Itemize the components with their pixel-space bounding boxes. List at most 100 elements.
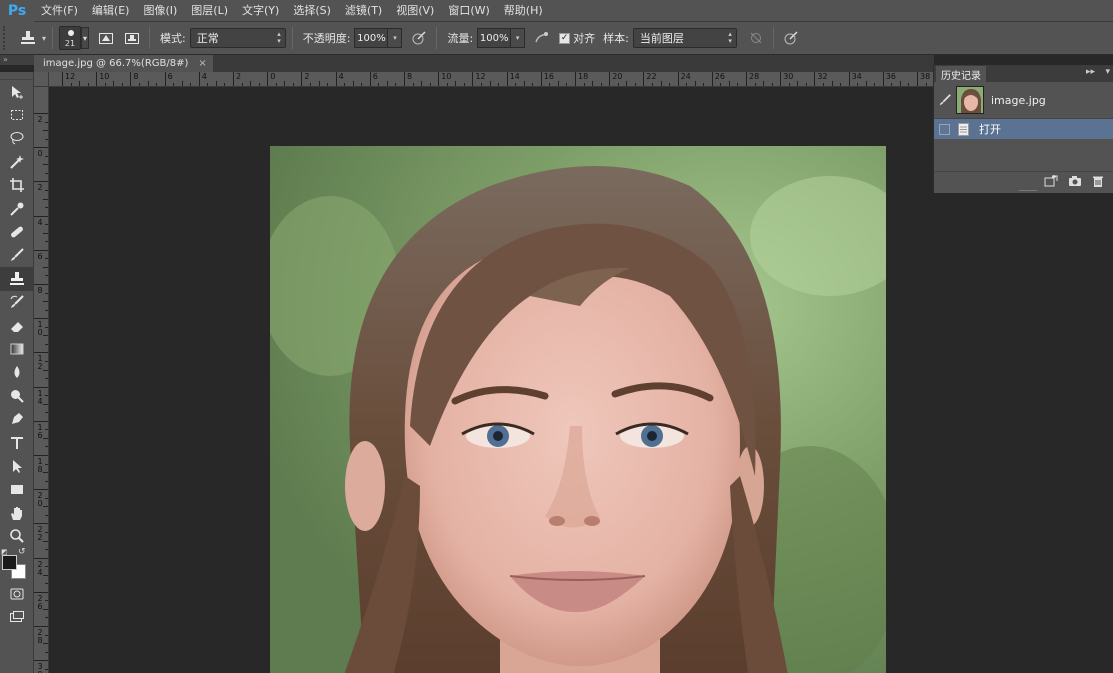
type-tool[interactable] [0,431,34,454]
healing-brush-tool[interactable] [0,220,34,243]
menu-filter[interactable]: 滤镜(T) [338,0,389,22]
brush-size-picker[interactable]: 21 [59,26,82,50]
blur-tool[interactable] [0,361,34,384]
lasso-tool[interactable] [0,127,34,150]
flow-input[interactable]: 100% [477,28,512,48]
shape-tool[interactable] [0,478,34,501]
menu-layer[interactable]: 图层(L) [184,0,235,22]
document-image[interactable] [270,146,886,673]
menu-edit[interactable]: 编辑(E) [85,0,137,22]
ruler-tick-label: 6 [37,251,43,261]
history-brush-tool[interactable] [0,291,34,314]
ruler-tick-label: 0 [270,72,276,81]
document-tab[interactable]: image.jpg @ 66.7%(RGB/8#) × [34,55,213,72]
ruler-minor-tick [87,83,89,86]
toolbar-collapse-icon[interactable]: » [0,55,34,65]
ruler-minor-tick [45,668,48,670]
camera-icon[interactable] [1068,175,1082,190]
menu-help[interactable]: 帮助(H) [497,0,550,22]
canvas-area[interactable] [49,87,933,673]
gradient-icon [10,343,24,355]
document-tab-bar: image.jpg @ 66.7%(RGB/8#) × [34,55,934,72]
menu-view[interactable]: 视图(V) [389,0,441,22]
ruler-minor-tick [318,81,320,86]
ruler-minor-tick [45,292,48,294]
swap-colors-icon[interactable]: ↺ [18,547,26,557]
flow-slider-button[interactable]: ▾ [511,28,526,48]
opacity-input[interactable]: 100% [354,28,389,48]
dodge-tool[interactable] [0,384,34,407]
menu-file[interactable]: 文件(F) [34,0,85,22]
eyedropper-tool[interactable] [0,197,34,220]
ruler-minor-tick [43,403,48,405]
crop-tool[interactable] [0,174,34,197]
aligned-checkbox[interactable]: ✓ [559,32,571,44]
sample-select[interactable]: 当前图层 ▴ ▾ [632,28,737,48]
ruler-tick [34,352,48,354]
ruler-minor-tick [395,83,397,86]
pen-tool[interactable] [0,407,34,430]
gradient-tool[interactable] [0,337,34,360]
toggle-clone-source-icon[interactable] [121,27,143,49]
close-icon[interactable]: × [198,58,206,69]
ruler-tick-label: 34 [851,72,862,81]
flow-label: 流量: [447,32,474,45]
ruler-horizontal[interactable]: 12 10 8 6 4 2 0 2 4 6 8 10 12 14 16 18 20 22 24 26 28 30 32 34 3… [34,72,934,87]
ruler-origin[interactable] [34,72,49,87]
history-state-checkbox[interactable] [939,123,950,135]
marquee-tool[interactable] [0,103,34,126]
mode-select[interactable]: 正常 ▴ ▾ [189,28,286,48]
history-tab[interactable]: 历史记录 [936,66,986,82]
history-state-open[interactable]: 打开 [934,119,1113,139]
history-snapshot[interactable]: image.jpg [934,82,1113,119]
ruler-minor-tick [45,155,48,157]
ruler-minor-tick [43,437,48,439]
color-swatches: ◩ ↺ [0,547,34,582]
menu-select[interactable]: 选择(S) [286,0,338,22]
toggle-brush-panel-icon[interactable] [95,27,117,49]
screen-mode-button[interactable] [0,605,34,628]
ruler-vertical[interactable]: 2024681012141618202224262830 [34,87,49,673]
collapse-panel-icon[interactable]: ▸▸ [1086,67,1095,77]
brush-dropdown-arrow[interactable]: ▾ [81,27,90,49]
history-brush-source-icon[interactable] [934,93,956,107]
panel-resize-grip[interactable] [1019,190,1037,192]
ruler-minor-tick [309,83,311,86]
ruler-tick [848,72,850,86]
menu-type[interactable]: 文字(Y) [235,0,286,22]
foreground-color-swatch[interactable] [2,554,17,570]
ignore-adjustment-layers-icon[interactable] [745,27,767,49]
ruler-minor-tick [523,81,525,86]
new-document-from-state-icon[interactable] [1044,175,1058,190]
menu-window[interactable]: 窗口(W) [441,0,496,22]
ruler-tick-label: 4 [37,217,43,227]
trash-icon[interactable] [1092,175,1104,190]
tools-panel-grip[interactable] [0,72,33,80]
pressure-size-icon[interactable] [780,27,802,49]
eraser-tool[interactable] [0,314,34,337]
clone-stamp-tool[interactable] [0,267,34,291]
airbrush-icon[interactable] [531,27,553,49]
ruler-minor-tick [207,83,209,86]
ruler-tick [438,72,440,86]
ruler-minor-tick [45,497,48,499]
panel-menu-icon[interactable]: ▾ [1105,67,1110,77]
quick-mask-button[interactable] [0,582,34,605]
path-select-tool[interactable] [0,454,34,477]
tool-preset-picker[interactable]: ▾ [17,27,46,49]
opacity-slider-button[interactable]: ▾ [388,28,403,48]
hand-tool[interactable] [0,501,34,524]
document-icon [958,122,969,136]
ruler-tick-label: 6 [372,72,378,81]
options-grip[interactable] [3,26,9,50]
ruler-minor-tick [45,172,48,174]
ruler-minor-tick [327,83,329,86]
zoom-tool[interactable] [0,524,34,547]
ruler-minor-tick [43,266,48,268]
move-tool[interactable] [0,80,34,103]
ruler-minor-tick [45,207,48,209]
pressure-opacity-icon[interactable] [408,27,430,49]
quick-select-tool[interactable] [0,150,34,173]
brush-tool[interactable] [0,244,34,267]
menu-image[interactable]: 图像(I) [136,0,184,22]
